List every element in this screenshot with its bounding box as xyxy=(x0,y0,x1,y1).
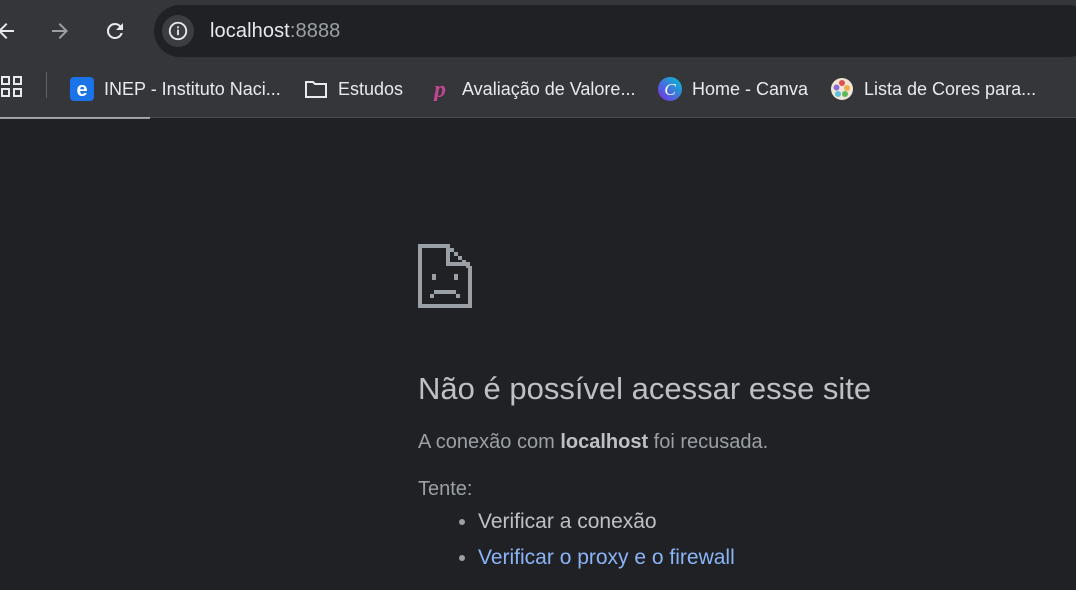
forward-button[interactable] xyxy=(42,13,78,49)
address-bar[interactable]: localhost:8888 xyxy=(154,5,1076,57)
desc-host: localhost xyxy=(560,431,649,453)
arrow-left-icon xyxy=(0,23,14,39)
browser-toolbar: localhost:8888 xyxy=(0,0,1076,62)
bookmark-label: Avaliação de Valore... xyxy=(462,78,636,99)
bookmark-folder-estudos[interactable]: Estudos xyxy=(304,74,403,104)
error-description: A conexão com localhost foi recusada. xyxy=(418,431,1058,454)
desc-prefix: A conexão com xyxy=(418,431,561,453)
suggestion-check-proxy: Verificar o proxy e o firewall xyxy=(478,545,1058,571)
svg-text:e: e xyxy=(76,79,87,101)
bookmarks-divider xyxy=(46,72,47,98)
check-proxy-firewall-link[interactable]: Verificar o proxy e o firewall xyxy=(478,546,735,569)
apps-button[interactable] xyxy=(0,69,30,105)
reload-button[interactable] xyxy=(97,13,133,49)
folder-icon xyxy=(304,77,328,101)
p-logo-icon: p xyxy=(428,77,452,101)
desc-suffix: foi recusada. xyxy=(648,431,769,453)
url-host: localhost xyxy=(210,20,290,42)
page-edge-highlight xyxy=(0,117,150,119)
url-port: :8888 xyxy=(289,20,341,42)
suggestions-list: Verificar a conexão Verificar o proxy e … xyxy=(418,509,1058,571)
bookmark-avaliacao[interactable]: p Avaliação de Valore... xyxy=(428,74,635,104)
suggestion-text: Verificar a conexão xyxy=(478,510,657,533)
apps-grid-icon xyxy=(1,76,22,97)
url-text[interactable]: localhost:8888 xyxy=(210,20,340,43)
bookmark-inep[interactable]: e INEP - Instituto Naci... xyxy=(70,74,281,104)
try-label: Tente: xyxy=(418,478,473,500)
suggestion-check-connection: Verificar a conexão xyxy=(478,509,1058,535)
bookmark-label: Lista de Cores para... xyxy=(864,78,1037,99)
canva-icon: C xyxy=(658,77,682,101)
bookmark-label: INEP - Instituto Naci... xyxy=(104,78,281,99)
sad-page-icon xyxy=(418,244,472,308)
arrow-right-icon xyxy=(52,23,68,39)
bookmark-label: Home - Canva xyxy=(692,78,809,99)
ie-e-icon: e xyxy=(70,77,94,101)
bookmark-canva[interactable]: C Home - Canva xyxy=(658,74,808,104)
bookmark-lista-cores[interactable]: Lista de Cores para... xyxy=(830,74,1036,104)
error-content: Não é possível acessar esse site A conex… xyxy=(418,244,1058,581)
bookmark-label: Estudos xyxy=(338,78,404,99)
svg-text:p: p xyxy=(432,77,446,101)
back-button[interactable] xyxy=(0,13,24,49)
site-info-button[interactable] xyxy=(162,15,194,47)
svg-text:C: C xyxy=(664,80,676,99)
reload-icon xyxy=(106,22,123,39)
color-wheel-icon xyxy=(830,77,854,101)
info-icon xyxy=(168,21,188,41)
error-title: Não é possível acessar esse site xyxy=(418,371,872,406)
